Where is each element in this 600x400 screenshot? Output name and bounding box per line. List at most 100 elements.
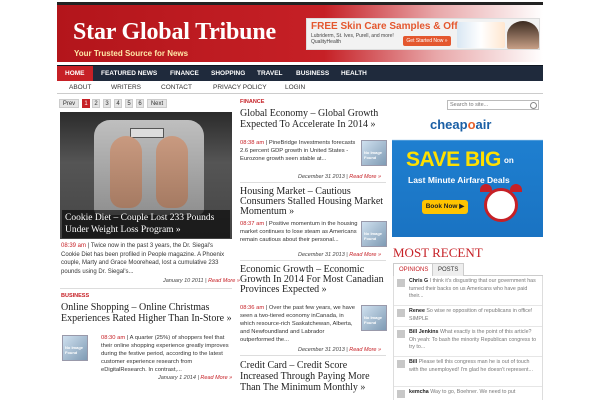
- featured-read-more[interactable]: Read More »: [208, 278, 240, 284]
- finance-post-1-title[interactable]: Global Economy – Global Growth Expected …: [240, 108, 386, 130]
- comment-author[interactable]: Bill: [409, 359, 417, 365]
- pager-next-button[interactable]: Next: [147, 99, 167, 108]
- search-icon[interactable]: [530, 102, 537, 109]
- header-ad-banner[interactable]: FREE Skin Care Samples & Offers! Lubride…: [306, 18, 540, 50]
- finance-post-1-thumbnail[interactable]: No Image Found: [361, 140, 387, 166]
- finance-post-1-time: 08:38 am: [240, 140, 265, 146]
- ad-get-started-button[interactable]: Get Started Now »: [403, 36, 451, 46]
- comment-author[interactable]: Bill Jenkins: [409, 329, 438, 335]
- scale-dial: [130, 128, 164, 138]
- featured-title[interactable]: Cookie Diet – Couple Lost 233 Pounds Und…: [62, 210, 230, 238]
- nav-privacy-policy[interactable]: PRIVACY POLICY: [207, 81, 273, 94]
- right-foot-image: [156, 136, 188, 208]
- thumb-placeholder-text: No Image Found: [364, 315, 383, 325]
- nav-about[interactable]: ABOUT: [63, 81, 97, 94]
- ad-brands: Lubriderm, St. Ives, Purell, and more! Qu…: [311, 33, 394, 45]
- page: Star Global Tribune Your Trusted Source …: [0, 0, 600, 400]
- finance-post-2-read-more[interactable]: Read More »: [349, 252, 381, 258]
- category-finance[interactable]: FINANCE: [240, 99, 264, 105]
- cheapoair-logo-a: cheap: [430, 117, 468, 132]
- avatar: [397, 330, 405, 338]
- nav-travel[interactable]: TRAVEL: [249, 66, 291, 81]
- comment-body[interactable]: Please tell this congress man he is out …: [409, 359, 533, 373]
- ad-model-image: [507, 21, 539, 49]
- tab-posts[interactable]: POSTS: [432, 263, 465, 276]
- finance-post-3-excerpt: 08:36 am | Over the past few years, we h…: [240, 304, 358, 344]
- comment-author[interactable]: Chris G: [409, 278, 428, 284]
- finance-post-2-title[interactable]: Housing Market – Cautious Consumers Stal…: [240, 187, 386, 217]
- nav-shopping[interactable]: SHOPPING: [203, 66, 253, 81]
- ad-deals: Last Minute Airfare Deals: [408, 175, 510, 185]
- business-post-date: January 1 2014: [158, 375, 196, 381]
- comment-text: Bill Please tell this congress man he is…: [409, 359, 539, 374]
- pager-page-4[interactable]: 4: [114, 99, 122, 108]
- comment-text: Bill Jenkins What exactly is the point o…: [409, 329, 539, 352]
- cheapoair-ad[interactable]: cheapoair SAVE BIG on Last Minute Airfar…: [392, 112, 543, 237]
- sidebar-tabs: OPINIONS POSTS: [393, 263, 543, 276]
- divider: [240, 182, 386, 183]
- featured-excerpt: 08:39 am | Twice now in the past 3 years…: [61, 242, 233, 276]
- comment-body[interactable]: Way to go, Boehner. We need to put: [430, 389, 515, 395]
- finance-post-2-excerpt: 08:37 am | Positive momentum in the hous…: [240, 220, 358, 244]
- finance-post-1-date: December 31 2013: [298, 174, 345, 180]
- comment-text: Chris G I think it's disgusting that our…: [409, 278, 539, 301]
- nav-finance[interactable]: FINANCE: [162, 66, 207, 81]
- nav-featured-news[interactable]: FEATURED NEWS: [93, 66, 165, 81]
- comment-body[interactable]: I think it's disgusting that our governm…: [409, 278, 536, 299]
- ad-book-now-button[interactable]: Book Now ▶: [422, 200, 468, 214]
- finance-post-2-meta: December 31 2013 | Read More »: [298, 252, 382, 258]
- featured-image[interactable]: Cookie Diet – Couple Lost 233 Pounds Und…: [60, 112, 232, 239]
- nav-business[interactable]: BUSINESS: [288, 66, 337, 81]
- cheapoair-logo: cheapoair: [430, 117, 491, 132]
- business-post-excerpt: 08:30 am | A quarter (25%) of shoppers f…: [101, 334, 233, 374]
- site-header: Star Global Tribune Your Trusted Source …: [57, 2, 543, 62]
- finance-post-2-thumbnail[interactable]: No Image Found: [361, 221, 387, 247]
- comment-text: kemcha Way to go, Boehner. We need to pu…: [409, 389, 539, 397]
- comment-author[interactable]: kemcha: [409, 389, 429, 395]
- pager-page-6[interactable]: 6: [136, 99, 144, 108]
- finance-post-3-thumbnail[interactable]: No Image Found: [361, 305, 387, 331]
- finance-post-3-title[interactable]: Economic Growth – Economic Growth In 201…: [240, 265, 386, 295]
- comments-list: Chris G I think it's disgusting that our…: [393, 276, 543, 400]
- business-post-thumbnail[interactable]: No Image Found: [62, 335, 88, 361]
- nav-writers[interactable]: WRITERS: [105, 81, 147, 94]
- finance-post-4-title[interactable]: Credit Card – Credit Score Increased Thr…: [240, 360, 386, 393]
- business-post-title[interactable]: Online Shopping – Online Christmas Exper…: [61, 302, 233, 324]
- finance-post-1-excerpt: 08:38 am | PineBridge Investments foreca…: [240, 139, 358, 163]
- most-recent-heading: MOST RECENT: [393, 245, 483, 260]
- pager-page-2[interactable]: 2: [92, 99, 100, 108]
- featured-excerpt-text: | Twice now in the past 3 years, the Dr.…: [61, 243, 225, 275]
- secondary-nav: ABOUT WRITERS CONTACT PRIVACY POLICY LOG…: [57, 81, 543, 94]
- pager-page-5[interactable]: 5: [125, 99, 133, 108]
- list-item[interactable]: Renee So wise re opposition of republica…: [394, 306, 542, 327]
- list-item[interactable]: Bill Jenkins What exactly is the point o…: [394, 327, 542, 357]
- list-item[interactable]: Bill Please tell this congress man he is…: [394, 357, 542, 387]
- list-item[interactable]: kemcha Way to go, Boehner. We need to pu…: [394, 387, 542, 400]
- nav-login[interactable]: LOGIN: [279, 81, 311, 94]
- pager-page-3[interactable]: 3: [103, 99, 111, 108]
- cheapoair-logo-b: air: [475, 117, 492, 132]
- comment-body[interactable]: So wise re opposition of republicans in …: [409, 308, 532, 322]
- pager-page-1[interactable]: 1: [82, 99, 90, 108]
- list-item[interactable]: Chris G I think it's disgusting that our…: [394, 276, 542, 306]
- nav-health[interactable]: HEALTH: [333, 66, 375, 81]
- alarm-clock-icon: [484, 188, 518, 222]
- search-box[interactable]: [447, 100, 539, 110]
- category-business[interactable]: BUSINESS: [61, 293, 89, 299]
- left-foot-image: [110, 136, 142, 208]
- nav-home[interactable]: HOME: [57, 66, 93, 81]
- avatar: [397, 309, 405, 317]
- finance-post-3-read-more[interactable]: Read More »: [349, 347, 381, 353]
- featured-meta: January 10 2011 | Read More »: [163, 278, 240, 284]
- search-input[interactable]: [450, 101, 528, 109]
- divider: [240, 355, 386, 356]
- comment-author[interactable]: Renee: [409, 308, 425, 314]
- site-title[interactable]: Star Global Tribune: [73, 19, 276, 46]
- pager-prev-button[interactable]: Prev: [59, 99, 79, 108]
- business-post-read-more[interactable]: Read More »: [200, 375, 232, 381]
- business-post-time: 08:30 am: [101, 335, 126, 341]
- finance-post-1-read-more[interactable]: Read More »: [349, 174, 381, 180]
- tab-opinions[interactable]: OPINIONS: [393, 263, 435, 276]
- cheapoair-logo-o: o: [467, 117, 476, 132]
- nav-contact[interactable]: CONTACT: [155, 81, 198, 94]
